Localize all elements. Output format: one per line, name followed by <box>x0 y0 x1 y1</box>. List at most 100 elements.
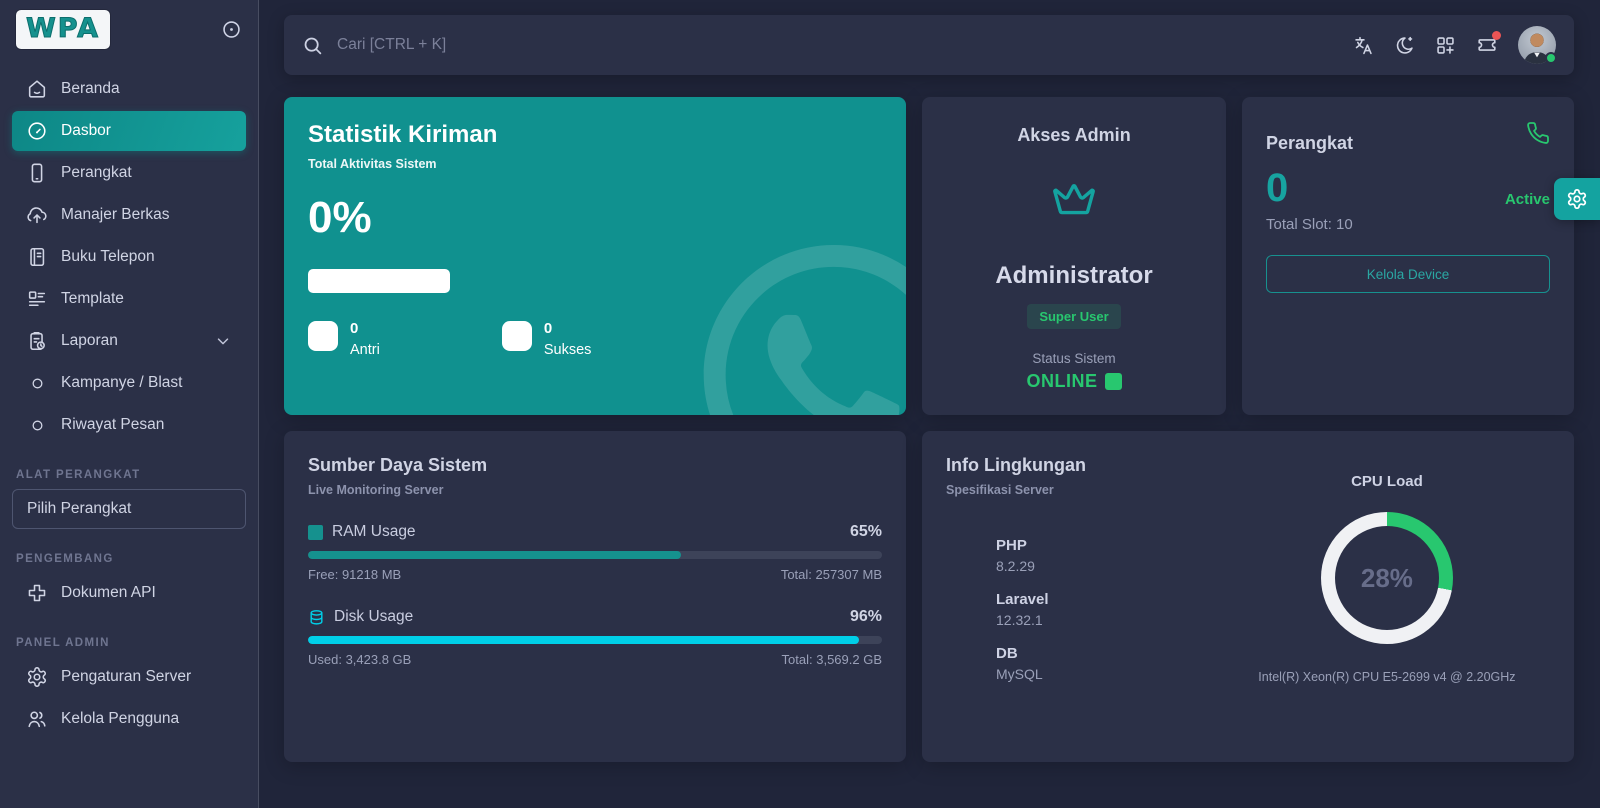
cloud-upload-icon <box>26 204 48 226</box>
disk-progress-fill <box>308 636 859 644</box>
stat-square <box>308 321 338 351</box>
cpu-load-title: CPU Load <box>1351 473 1423 490</box>
home-icon <box>26 78 48 100</box>
sidebar-item-label: Dokumen API <box>61 584 156 602</box>
sidebar-collapse-icon[interactable] <box>221 19 242 40</box>
stat-sukses: 0 Sukses <box>502 321 592 358</box>
total-slot: Total Slot: 10 <box>1266 216 1550 233</box>
online-status-dot <box>1545 52 1557 64</box>
device-select[interactable]: Pilih Perangkat <box>12 489 246 529</box>
section-panel-admin: PANEL ADMIN <box>16 637 242 649</box>
customizer-gear-button[interactable] <box>1554 178 1600 220</box>
card-subtitle: Total Aktivitas Sistem <box>308 157 882 171</box>
dashboard-grid: Statistik Kiriman Total Aktivitas Sistem… <box>284 97 1574 762</box>
card-perangkat: Perangkat 0 Active Total Slot: 10 Kelola… <box>1242 97 1574 415</box>
sidebar-item-kelola-pengguna[interactable]: Kelola Pengguna <box>12 699 246 739</box>
section-pengembang: PENGEMBANG <box>16 553 242 565</box>
card-info-lingkungan: Info Lingkungan Spesifikasi Server PHP 8… <box>922 431 1574 762</box>
app-root: WPA Beranda Dasbor Perangkat Manajer Ber… <box>0 0 1600 808</box>
card-sumber-daya: Sumber Daya Sistem Live Monitoring Serve… <box>284 431 906 762</box>
moon-icon[interactable] <box>1394 35 1415 56</box>
user-avatar[interactable] <box>1518 26 1556 64</box>
topbar <box>284 15 1574 75</box>
sidebar-item-label: Manajer Berkas <box>61 206 170 224</box>
ram-label: RAM Usage <box>332 523 416 541</box>
api-icon <box>26 582 48 604</box>
disk-progress-track <box>308 636 882 644</box>
license-ticket-icon[interactable] <box>1476 34 1498 56</box>
search-bar <box>302 35 1353 56</box>
cpu-load-donut: 28% <box>1321 512 1453 644</box>
chevron-down-icon <box>214 332 232 350</box>
stat-label: Sukses <box>544 342 592 358</box>
super-user-badge: Super User <box>1027 304 1120 329</box>
sidebar-item-label: Kelola Pengguna <box>61 710 179 728</box>
search-input[interactable] <box>337 36 737 54</box>
sidebar-item-label: Template <box>61 290 124 308</box>
sidebar-item-dokumen-api[interactable]: Dokumen API <box>12 573 246 613</box>
sidebar-item-riwayat-pesan[interactable]: Riwayat Pesan <box>12 405 246 445</box>
sidebar-item-label: Dasbor <box>61 122 111 140</box>
spec-value: 12.32.1 <box>996 612 1224 628</box>
sidebar-item-kampanye-blast[interactable]: Kampanye / Blast <box>12 363 246 403</box>
sidebar-item-beranda[interactable]: Beranda <box>12 69 246 109</box>
spec-db: DB MySQL <box>996 645 1224 682</box>
sidebar-item-label: Beranda <box>61 80 120 98</box>
sidebar-menu: Beranda Dasbor Perangkat Manajer Berkas … <box>0 63 258 741</box>
ram-usage-block: RAM Usage 65% Free: 91218 MB Total: 2573… <box>308 523 882 582</box>
statistik-percent: 0% <box>308 193 882 243</box>
sidebar-item-manajer-berkas[interactable]: Manajer Berkas <box>12 195 246 235</box>
gauge-icon <box>26 120 48 142</box>
apps-grid-icon[interactable] <box>1435 35 1456 56</box>
disk-total: Total: 3,569.2 GB <box>782 652 882 667</box>
card-statistik-kiriman: Statistik Kiriman Total Aktivitas Sistem… <box>284 97 906 415</box>
card-akses-admin: Akses Admin Administrator Super User Sta… <box>922 97 1226 415</box>
spec-name: PHP <box>996 537 1224 554</box>
server-specs: PHP 8.2.29 Laravel 12.32.1 DB MySQL <box>996 537 1224 682</box>
disk-percent: 96% <box>850 608 882 626</box>
ram-progress-fill <box>308 551 681 559</box>
sidebar-header: WPA <box>0 0 258 63</box>
gear-icon <box>26 666 48 688</box>
card-title: Perangkat <box>1266 133 1353 154</box>
statistik-progress-bar <box>308 269 450 293</box>
topbar-icons <box>1353 26 1556 64</box>
sidebar-item-label: Riwayat Pesan <box>61 416 164 434</box>
section-alat-perangkat: ALAT PERANGKAT <box>16 469 242 481</box>
card-title: Akses Admin <box>946 125 1202 146</box>
search-icon[interactable] <box>302 35 323 56</box>
sidebar-item-laporan[interactable]: Laporan <box>12 321 246 361</box>
stat-value: 0 <box>544 321 592 338</box>
database-icon <box>308 609 325 626</box>
kelola-device-button[interactable]: Kelola Device <box>1266 255 1550 293</box>
spec-php: PHP 8.2.29 <box>996 537 1224 574</box>
ram-legend-square <box>308 525 323 540</box>
spec-value: 8.2.29 <box>996 558 1224 574</box>
sidebar-item-pengaturan-server[interactable]: Pengaturan Server <box>12 657 246 697</box>
disk-used: Used: 3,423.8 GB <box>308 652 411 667</box>
language-icon[interactable] <box>1353 35 1374 56</box>
sidebar-item-buku-telepon[interactable]: Buku Telepon <box>12 237 246 277</box>
sidebar-item-dasbor[interactable]: Dasbor <box>12 111 246 151</box>
phonebook-icon <box>26 246 48 268</box>
online-indicator <box>1105 373 1122 390</box>
sidebar: WPA Beranda Dasbor Perangkat Manajer Ber… <box>0 0 259 808</box>
report-icon <box>26 330 48 352</box>
main-content: Statistik Kiriman Total Aktivitas Sistem… <box>259 0 1600 808</box>
stat-antri: 0 Antri <box>308 321 380 358</box>
sidebar-item-perangkat[interactable]: Perangkat <box>12 153 246 193</box>
sidebar-item-template[interactable]: Template <box>12 279 246 319</box>
gear-icon <box>1566 188 1588 210</box>
sidebar-item-label: Laporan <box>61 332 118 350</box>
stat-square <box>502 321 532 351</box>
brand-logo[interactable]: WPA <box>16 10 110 49</box>
status-sistem-label: Status Sistem <box>946 351 1202 366</box>
ram-percent: 65% <box>850 523 882 541</box>
template-icon <box>26 288 48 310</box>
device-count: 0 <box>1266 168 1288 208</box>
stat-label: Antri <box>350 342 380 358</box>
sidebar-item-label: Kampanye / Blast <box>61 374 182 392</box>
spec-laravel: Laravel 12.32.1 <box>996 591 1224 628</box>
spec-value: MySQL <box>996 666 1224 682</box>
smartphone-icon <box>26 162 48 184</box>
